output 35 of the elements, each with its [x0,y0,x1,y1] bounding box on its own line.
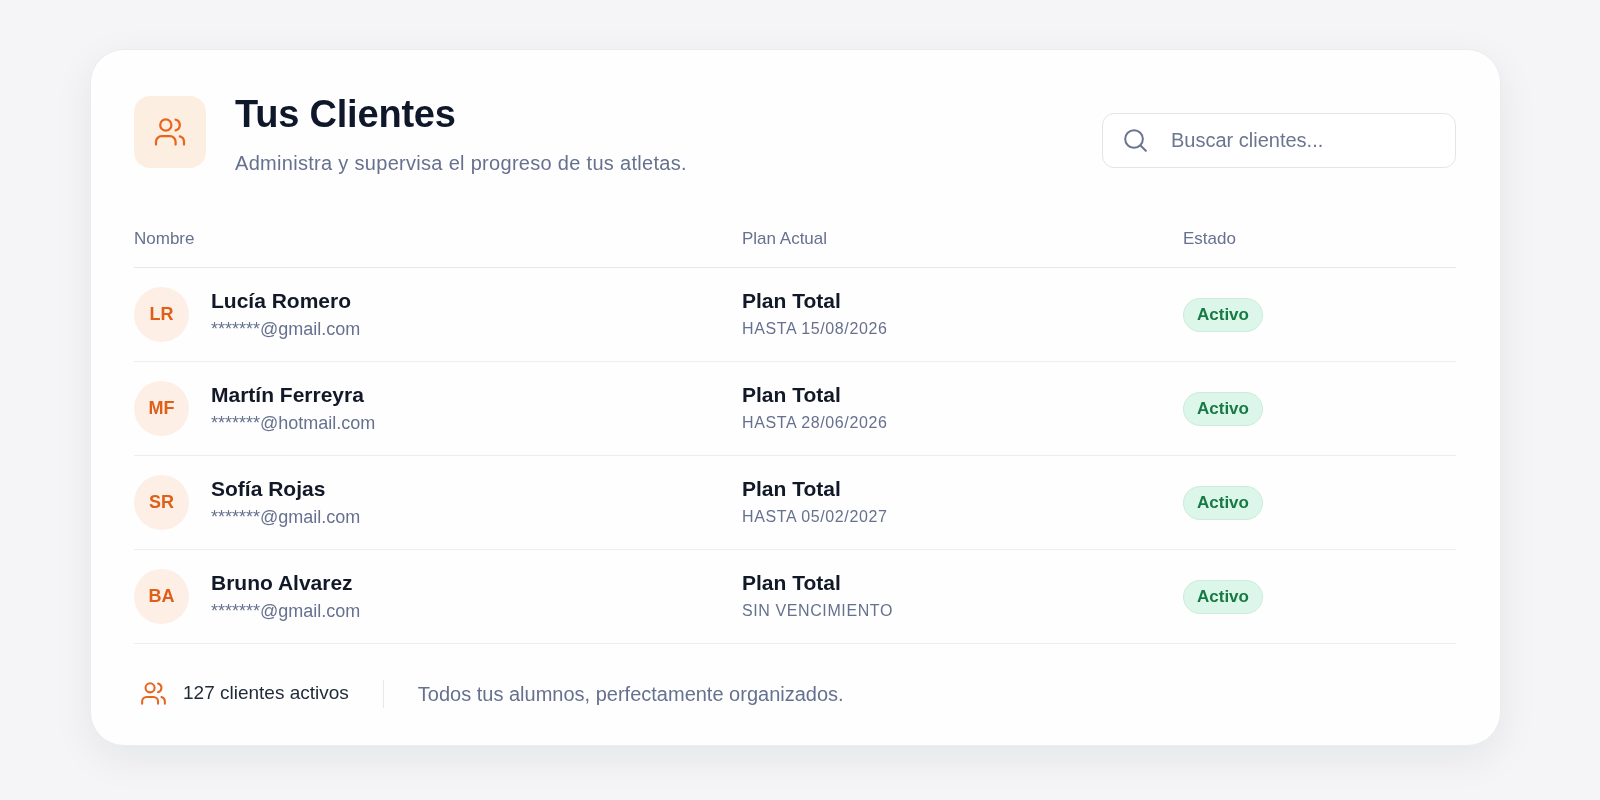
search-icon [1124,129,1147,152]
avatar: MF [134,381,189,436]
client-name: Bruno Alvarez [211,570,353,596]
client-count: 127 clientes activos [183,681,349,706]
client-name: Martín Ferreyra [211,382,364,408]
client-name: Sofía Rojas [211,476,326,502]
plan-name: Plan Total [742,476,841,502]
plan-name: Plan Total [742,382,841,408]
plan-expiry: HASTA 05/02/2027 [742,507,888,527]
plan-name: Plan Total [742,288,841,314]
client-email: *******@hotmail.com [211,412,376,435]
users-icon [134,96,206,168]
plan-expiry: HASTA 28/06/2026 [742,413,888,433]
users-icon [141,681,166,706]
client-email: *******@gmail.com [211,506,361,529]
column-header: Plan Actual [742,229,828,248]
plan-expiry: HASTA 15/08/2026 [742,319,888,339]
page-title: Tus Clientes [235,92,457,137]
footer-note: Todos tus alumnos, perfectamente organizados. [417,681,844,707]
column-header: Nombre [134,229,195,248]
status-badge: Activo [1183,485,1263,520]
client-name: Lucía Romero [211,288,352,314]
avatar: BA [134,569,189,624]
page-subtitle: Administra y supervisa el progreso de tus atletas. [235,151,687,176]
plan-name: Plan Total [742,570,841,596]
plan-expiry: SIN VENCIMIENTO [742,601,893,621]
status-badge: Activo [1183,579,1263,614]
status-badge: Activo [1183,391,1263,426]
column-header: Estado [1183,229,1236,248]
client-email: *******@gmail.com [211,600,361,623]
avatar: LR [134,287,189,342]
client-email: *******@gmail.com [211,318,361,341]
status-badge: Activo [1183,297,1263,332]
avatar: SR [134,475,189,530]
search-field[interactable]: Buscar clientes... [1102,113,1456,168]
